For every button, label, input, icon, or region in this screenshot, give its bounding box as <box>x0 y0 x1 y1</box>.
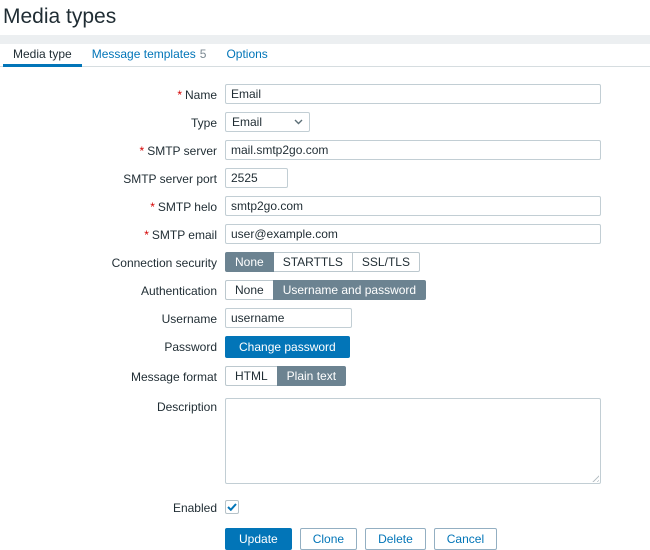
field-row-authentication: Authentication None Username and passwor… <box>0 280 650 300</box>
smtp-port-label: SMTP server port <box>123 172 217 186</box>
field-row-username: Username <box>0 308 650 328</box>
field-row-smtp-server: *SMTP server <box>0 140 650 160</box>
type-label: Type <box>191 116 217 130</box>
clone-button[interactable]: Clone <box>300 528 357 550</box>
change-password-button[interactable]: Change password <box>225 336 350 358</box>
field-row-smtp-helo: *SMTP helo <box>0 196 650 216</box>
tab-label: Options <box>226 47 267 61</box>
connection-security-option-starttls[interactable]: STARTTLS <box>273 252 353 272</box>
authentication-label: Authentication <box>141 284 217 298</box>
field-row-password: Password Change password <box>0 336 650 358</box>
username-input[interactable] <box>225 308 352 328</box>
cancel-button[interactable]: Cancel <box>434 528 497 550</box>
chevron-down-icon <box>294 119 303 125</box>
description-textarea[interactable] <box>225 398 601 484</box>
tab-label: Message templates <box>92 47 196 61</box>
page-title: Media types <box>3 5 650 29</box>
password-label: Password <box>164 340 217 354</box>
required-marker: * <box>150 200 155 214</box>
smtp-email-label: SMTP email <box>152 228 217 242</box>
type-select[interactable]: Email <box>225 112 310 132</box>
tab-message-templates[interactable]: Message templates 5 <box>82 44 217 67</box>
enabled-label: Enabled <box>173 501 217 515</box>
field-row-type: Type Email <box>0 112 650 132</box>
field-row-enabled: Enabled <box>0 498 650 515</box>
field-row-connection-security: Connection security None STARTTLS SSL/TL… <box>0 252 650 272</box>
smtp-email-input[interactable] <box>225 224 601 244</box>
update-button[interactable]: Update <box>225 528 292 550</box>
header-divider-band <box>0 35 650 44</box>
tab-label: Media type <box>13 47 72 61</box>
field-row-message-format: Message format HTML Plain text <box>0 366 650 386</box>
type-select-value: Email <box>232 115 262 129</box>
smtp-helo-label: SMTP helo <box>158 200 217 214</box>
connection-security-segmented-control: None STARTTLS SSL/TLS <box>225 252 420 272</box>
tab-options[interactable]: Options <box>216 44 277 67</box>
smtp-helo-input[interactable] <box>225 196 601 216</box>
required-marker: * <box>140 144 145 158</box>
smtp-port-input[interactable] <box>225 168 288 188</box>
message-format-label: Message format <box>131 370 217 384</box>
message-format-segmented-control: HTML Plain text <box>225 366 346 386</box>
authentication-option-none[interactable]: None <box>225 280 274 300</box>
media-type-form: *Name Type Email *SMTP server SMTP s <box>0 84 650 550</box>
message-format-option-plain-text[interactable]: Plain text <box>277 366 346 386</box>
field-row-smtp-email: *SMTP email <box>0 224 650 244</box>
check-icon <box>227 503 237 511</box>
message-templates-count-badge: 5 <box>200 47 207 61</box>
tabbar: Media type Message templates 5 Options <box>0 44 650 67</box>
field-row-name: *Name <box>0 84 650 104</box>
description-label: Description <box>157 400 217 414</box>
name-label: Name <box>185 88 217 102</box>
required-marker: * <box>144 228 149 242</box>
field-row-smtp-port: SMTP server port <box>0 168 650 188</box>
username-label: Username <box>162 312 217 326</box>
smtp-server-label: SMTP server <box>147 144 217 158</box>
message-format-option-html[interactable]: HTML <box>225 366 278 386</box>
required-marker: * <box>177 88 182 102</box>
enabled-checkbox[interactable] <box>225 500 239 514</box>
tab-media-type[interactable]: Media type <box>3 44 82 67</box>
connection-security-option-none[interactable]: None <box>225 252 274 272</box>
page-header: Media types <box>0 0 650 35</box>
field-row-description: Description <box>0 398 650 484</box>
connection-security-option-ssltls[interactable]: SSL/TLS <box>352 252 420 272</box>
authentication-option-username-password[interactable]: Username and password <box>273 280 426 300</box>
connection-security-label: Connection security <box>112 256 217 270</box>
authentication-segmented-control: None Username and password <box>225 280 426 300</box>
name-input[interactable] <box>225 84 601 104</box>
delete-button[interactable]: Delete <box>365 528 426 550</box>
form-actions: Update Clone Delete Cancel <box>225 528 650 550</box>
smtp-server-input[interactable] <box>225 140 601 160</box>
